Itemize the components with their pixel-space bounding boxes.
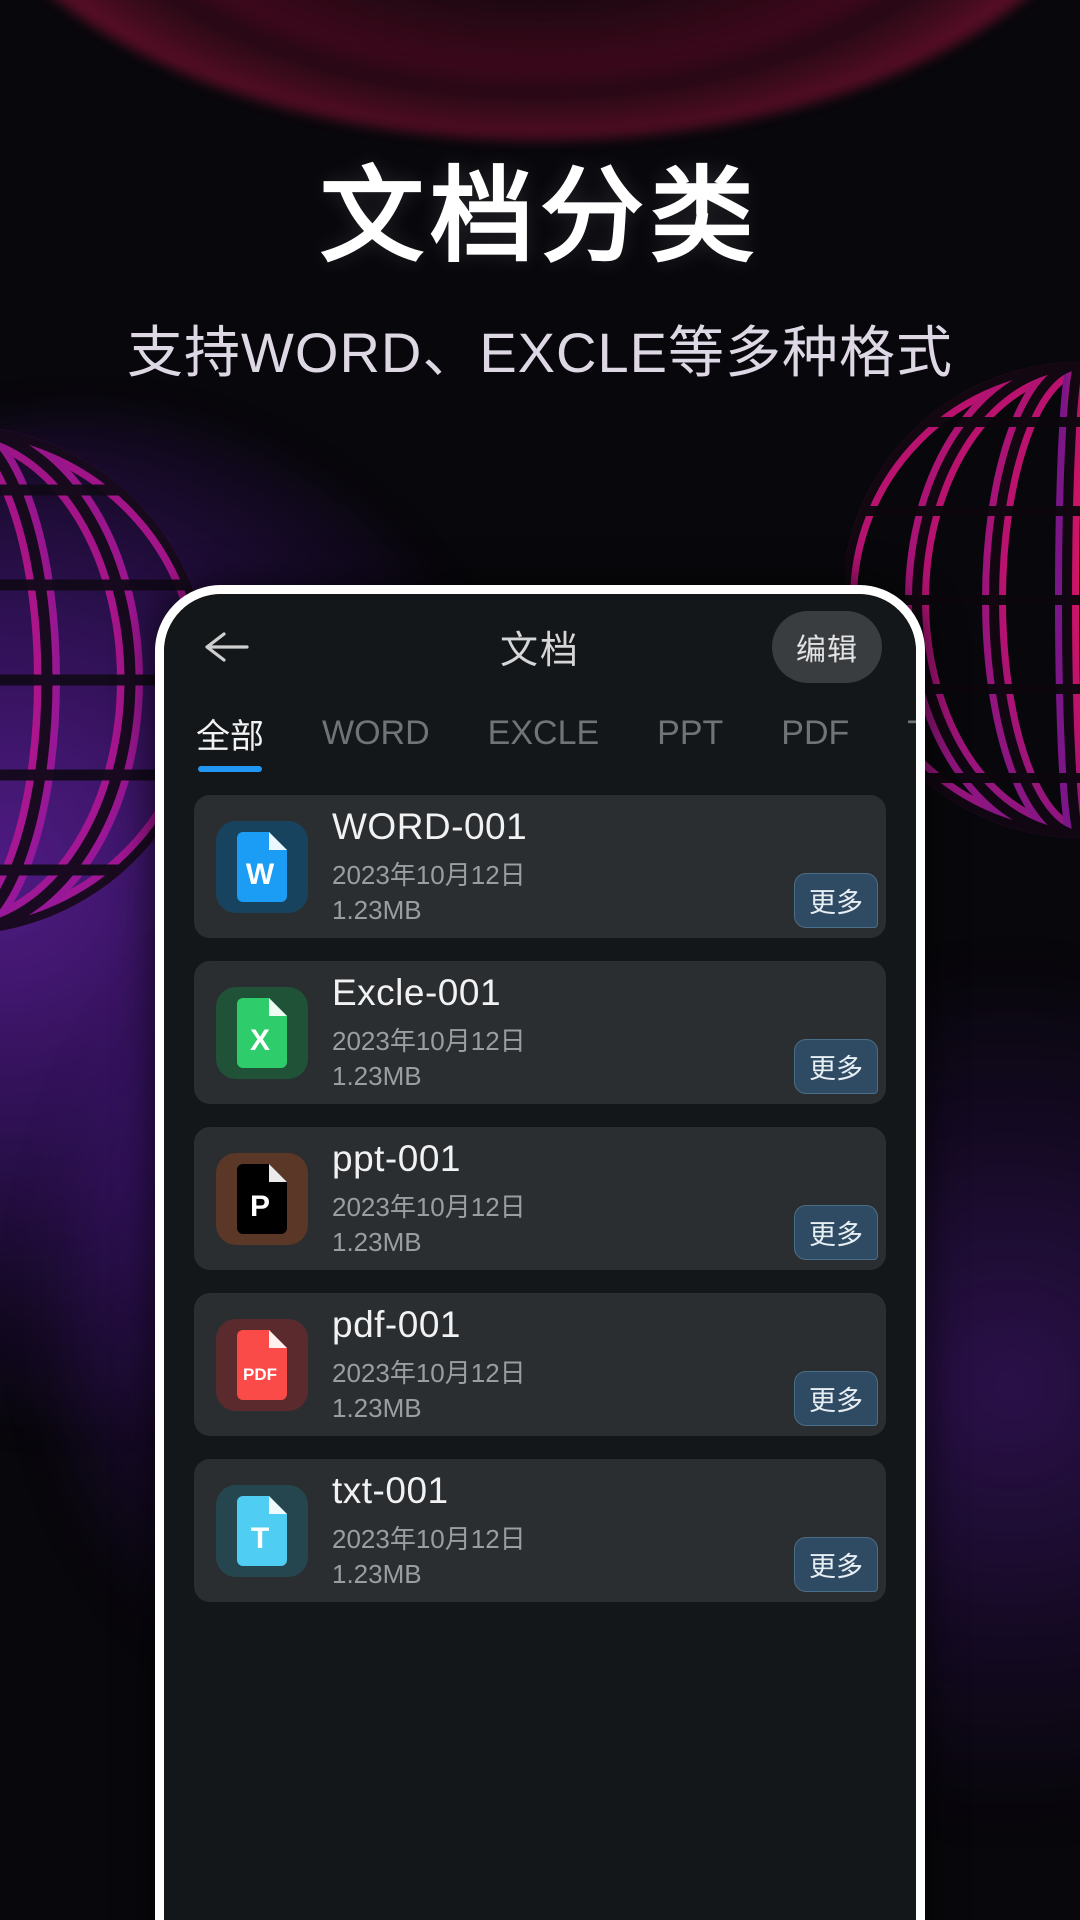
document-date: 2023年10月12日 xyxy=(332,1192,526,1223)
more-button[interactable]: 更多 xyxy=(794,1205,878,1260)
document-name: Excle-001 xyxy=(332,972,502,1014)
document-size: 1.23MB xyxy=(332,1226,422,1257)
document-list-item[interactable]: Pppt-001 2023年10月12日 1.23MB 更多 xyxy=(194,1127,886,1270)
phone-mockup: 文档 编辑 全部 WORD EXCLE PPT PDF TXT W WORD-00… xyxy=(155,585,925,1920)
document-meta: pdf-001 2023年10月12日 1.23MB xyxy=(332,1304,526,1425)
document-list-item[interactable]: X Excle-001 2023年10月12日 1.23MB 更多 xyxy=(194,961,886,1104)
document-list-item[interactable]: Ttxt-001 2023年10月12日 1.23MB 更多 xyxy=(194,1459,886,1602)
word-file-icon: W xyxy=(216,820,308,913)
tab-ppt[interactable]: PPT xyxy=(657,714,723,767)
tab-word[interactable]: WORD xyxy=(322,714,430,767)
edit-button[interactable]: 编辑 xyxy=(772,610,882,683)
more-button[interactable]: 更多 xyxy=(794,1039,878,1094)
app-header: 文档 编辑 xyxy=(164,594,916,699)
category-tabs[interactable]: 全部 WORD EXCLE PPT PDF TXT xyxy=(164,699,916,781)
document-size: 1.23MB xyxy=(332,894,422,925)
promo-headline: 文档分类 xyxy=(319,159,760,275)
document-name: ppt-001 xyxy=(332,1138,461,1180)
svg-text:P: P xyxy=(250,1190,270,1223)
document-list-item[interactable]: W WORD-001 2023年10月12日 1.23MB 更多 xyxy=(194,795,886,938)
more-button[interactable]: 更多 xyxy=(794,1537,878,1592)
svg-text:T: T xyxy=(251,1522,269,1555)
document-size: 1.23MB xyxy=(332,1558,422,1589)
svg-text:X: X xyxy=(250,1024,270,1057)
document-size: 1.23MB xyxy=(332,1392,422,1423)
tab-pdf[interactable]: PDF xyxy=(781,714,849,767)
document-date: 2023年10月12日 xyxy=(332,1026,526,1057)
powerpoint-file-icon: P xyxy=(216,1152,308,1245)
svg-text:W: W xyxy=(246,858,275,891)
text-file-icon: T xyxy=(216,1484,308,1577)
pdf-file-icon: PDF xyxy=(216,1318,308,1411)
document-meta: ppt-001 2023年10月12日 1.23MB xyxy=(332,1138,526,1259)
document-date: 2023年10月12日 xyxy=(332,1358,526,1389)
app-screen: 文档 编辑 全部 WORD EXCLE PPT PDF TXT W WORD-00… xyxy=(164,594,916,1920)
back-arrow-icon[interactable] xyxy=(198,619,254,675)
more-button[interactable]: 更多 xyxy=(794,1371,878,1426)
document-date: 2023年10月12日 xyxy=(332,860,526,891)
tab-excle[interactable]: EXCLE xyxy=(488,714,600,767)
document-name: WORD-001 xyxy=(332,806,528,848)
more-button[interactable]: 更多 xyxy=(794,873,878,928)
document-list: W WORD-001 2023年10月12日 1.23MB 更多 X Excle-001 20… xyxy=(164,781,916,1920)
document-meta: Excle-001 2023年10月12日 1.23MB xyxy=(332,972,526,1093)
top-arc-glow xyxy=(0,0,1080,140)
tab-all[interactable]: 全部 xyxy=(196,709,264,772)
document-list-item[interactable]: PDF pdf-001 2023年10月12日 1.23MB 更多 xyxy=(194,1293,886,1436)
promo-subheadline: 支持WORD、EXCLE等多种格式 xyxy=(127,321,953,384)
document-name: txt-001 xyxy=(332,1470,449,1512)
document-date: 2023年10月12日 xyxy=(332,1524,526,1555)
document-name: pdf-001 xyxy=(332,1304,461,1346)
svg-text:PDF: PDF xyxy=(243,1365,277,1384)
document-meta: txt-001 2023年10月12日 1.23MB xyxy=(332,1470,526,1591)
excel-file-icon: X xyxy=(216,986,308,1079)
document-meta: WORD-001 2023年10月12日 1.23MB xyxy=(332,806,527,927)
tab-txt[interactable]: TXT xyxy=(907,714,916,767)
document-size: 1.23MB xyxy=(332,1060,422,1091)
